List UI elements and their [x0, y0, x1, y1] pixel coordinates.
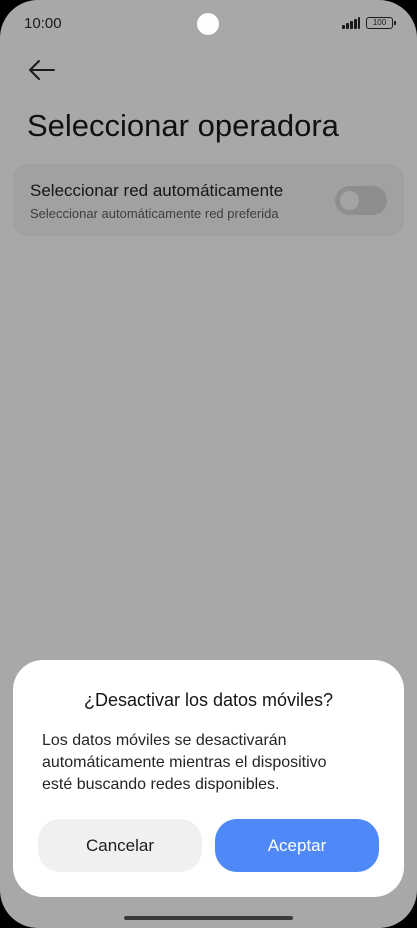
cancel-button[interactable]: Cancelar: [38, 819, 202, 872]
signal-icon: [342, 17, 360, 29]
dialog-message-line: automáticamente mientras el dispositivo: [42, 754, 327, 771]
auto-network-setting[interactable]: Seleccionar red automáticamente Seleccio…: [13, 164, 404, 236]
status-time: 10:00: [24, 15, 62, 32]
status-bar: 10:00 100: [0, 0, 417, 48]
battery-level: 100: [372, 18, 387, 27]
back-button[interactable]: [26, 56, 58, 84]
disable-data-dialog: ¿Desactivar los datos móviles? Los datos…: [13, 660, 404, 897]
accept-button[interactable]: Aceptar: [215, 819, 379, 872]
setting-title: Seleccionar red automáticamente: [30, 181, 284, 200]
battery-icon: 100: [366, 17, 396, 29]
home-indicator[interactable]: [124, 916, 293, 920]
dialog-message-line: esté buscando redes disponibles.: [42, 776, 280, 793]
auto-network-toggle[interactable]: [335, 186, 387, 215]
page-title: Seleccionar operadora: [27, 108, 339, 143]
toggle-knob: [340, 191, 359, 210]
phone-screen: 10:00 100 Seleccionar operadora Seleccio…: [0, 0, 417, 928]
front-camera: [197, 13, 219, 35]
setting-subtitle: Seleccionar automáticamente red preferid…: [30, 206, 279, 221]
dialog-message: Los datos móviles se desactivarán automá…: [42, 730, 382, 796]
arrow-left-icon: [29, 60, 55, 80]
dialog-message-line: Los datos móviles se desactivarán: [42, 732, 287, 749]
dialog-title: ¿Desactivar los datos móviles?: [83, 690, 334, 710]
